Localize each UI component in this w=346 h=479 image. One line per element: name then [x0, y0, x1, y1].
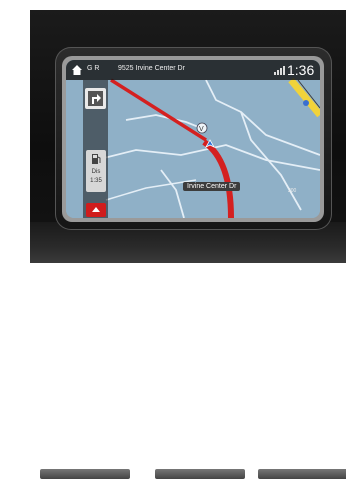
menu-icon [92, 207, 100, 212]
trip-info-label: Dis [91, 169, 101, 175]
dashboard-button-center [155, 469, 245, 479]
navigation-screen: V G R 9525 Irvine Center Dr 1:36 Dis 1:3… [66, 60, 320, 218]
next-turn-button[interactable] [85, 88, 106, 109]
dashboard-button-right [258, 469, 346, 479]
trip-info-value: 1:35 [90, 178, 102, 184]
map-scale: 200 [288, 188, 297, 194]
menu-button[interactable] [86, 203, 106, 217]
trip-info-button[interactable]: Dis 1:35 [86, 150, 106, 192]
signal-icon [274, 66, 285, 75]
vehicle-position-icon [205, 139, 215, 148]
home-icon[interactable] [71, 64, 83, 76]
current-street-label: Irvine Center Dr [183, 182, 241, 191]
current-address: 9525 Irvine Center Dr [118, 65, 185, 72]
svg-text:V: V [199, 126, 204, 133]
turn-right-icon [88, 91, 103, 106]
clock-time: 1:36 [287, 62, 315, 78]
road-code-label: G R [87, 65, 100, 72]
dashboard-button-left [40, 469, 130, 479]
side-panel: Dis 1:35 [83, 80, 108, 218]
fuel-pump-icon [92, 154, 101, 164]
top-bar: G R 9525 Irvine Center Dr 1:36 [66, 60, 320, 80]
